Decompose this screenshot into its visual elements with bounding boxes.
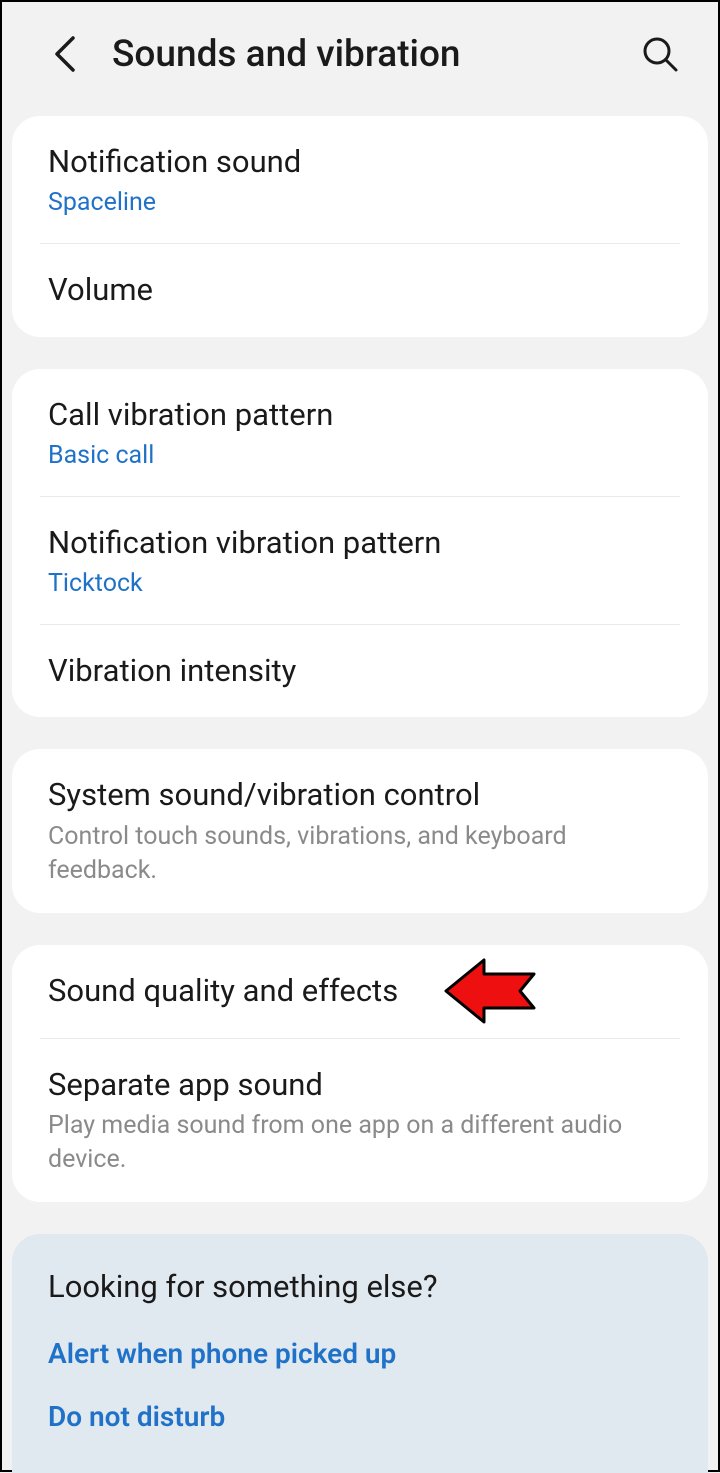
setting-vibration-intensity[interactable]: Vibration intensity: [12, 625, 708, 717]
setting-title: Call vibration pattern: [48, 395, 672, 435]
setting-title: Volume: [48, 270, 672, 310]
settings-group: Sound quality and effects Separate app s…: [12, 945, 708, 1202]
suggestions-title: Looking for something else?: [48, 1268, 672, 1305]
setting-description: Play media sound from one app on a diffe…: [48, 1109, 672, 1177]
setting-volume[interactable]: Volume: [12, 244, 708, 336]
setting-sound-quality-and-effects[interactable]: Sound quality and effects: [12, 945, 708, 1037]
suggestion-link-do-not-disturb[interactable]: Do not disturb: [48, 1400, 672, 1433]
setting-system-sound-vibration-control[interactable]: System sound/vibration control Control t…: [12, 749, 708, 913]
setting-call-vibration-pattern[interactable]: Call vibration pattern Basic call: [12, 369, 708, 496]
settings-group: Call vibration pattern Basic call Notifi…: [12, 369, 708, 718]
setting-notification-sound[interactable]: Notification sound Spaceline: [12, 116, 708, 243]
settings-group: Notification sound Spaceline Volume: [12, 116, 708, 337]
search-icon[interactable]: [638, 32, 682, 76]
setting-description: Control touch sounds, vibrations, and ke…: [48, 820, 672, 888]
setting-value: Ticktock: [48, 569, 672, 598]
suggestions-card: Looking for something else? Alert when p…: [12, 1234, 708, 1473]
suggestion-link-alert-when-phone-picked-up[interactable]: Alert when phone picked up: [48, 1337, 672, 1370]
page-header: Sounds and vibration: [2, 2, 718, 106]
back-icon[interactable]: [42, 32, 86, 76]
settings-content: Notification sound Spaceline Volume Call…: [2, 106, 718, 1473]
setting-notification-vibration-pattern[interactable]: Notification vibration pattern Ticktock: [12, 497, 708, 624]
setting-title: Sound quality and effects: [48, 971, 672, 1011]
setting-title: Notification sound: [48, 142, 672, 182]
settings-group: System sound/vibration control Control t…: [12, 749, 708, 913]
setting-value: Basic call: [48, 441, 672, 470]
setting-separate-app-sound[interactable]: Separate app sound Play media sound from…: [12, 1039, 708, 1203]
setting-title: System sound/vibration control: [48, 775, 672, 815]
setting-title: Separate app sound: [48, 1065, 672, 1105]
setting-title: Notification vibration pattern: [48, 523, 672, 563]
page-title: Sounds and vibration: [112, 33, 638, 76]
setting-value: Spaceline: [48, 188, 672, 217]
setting-title: Vibration intensity: [48, 651, 672, 691]
